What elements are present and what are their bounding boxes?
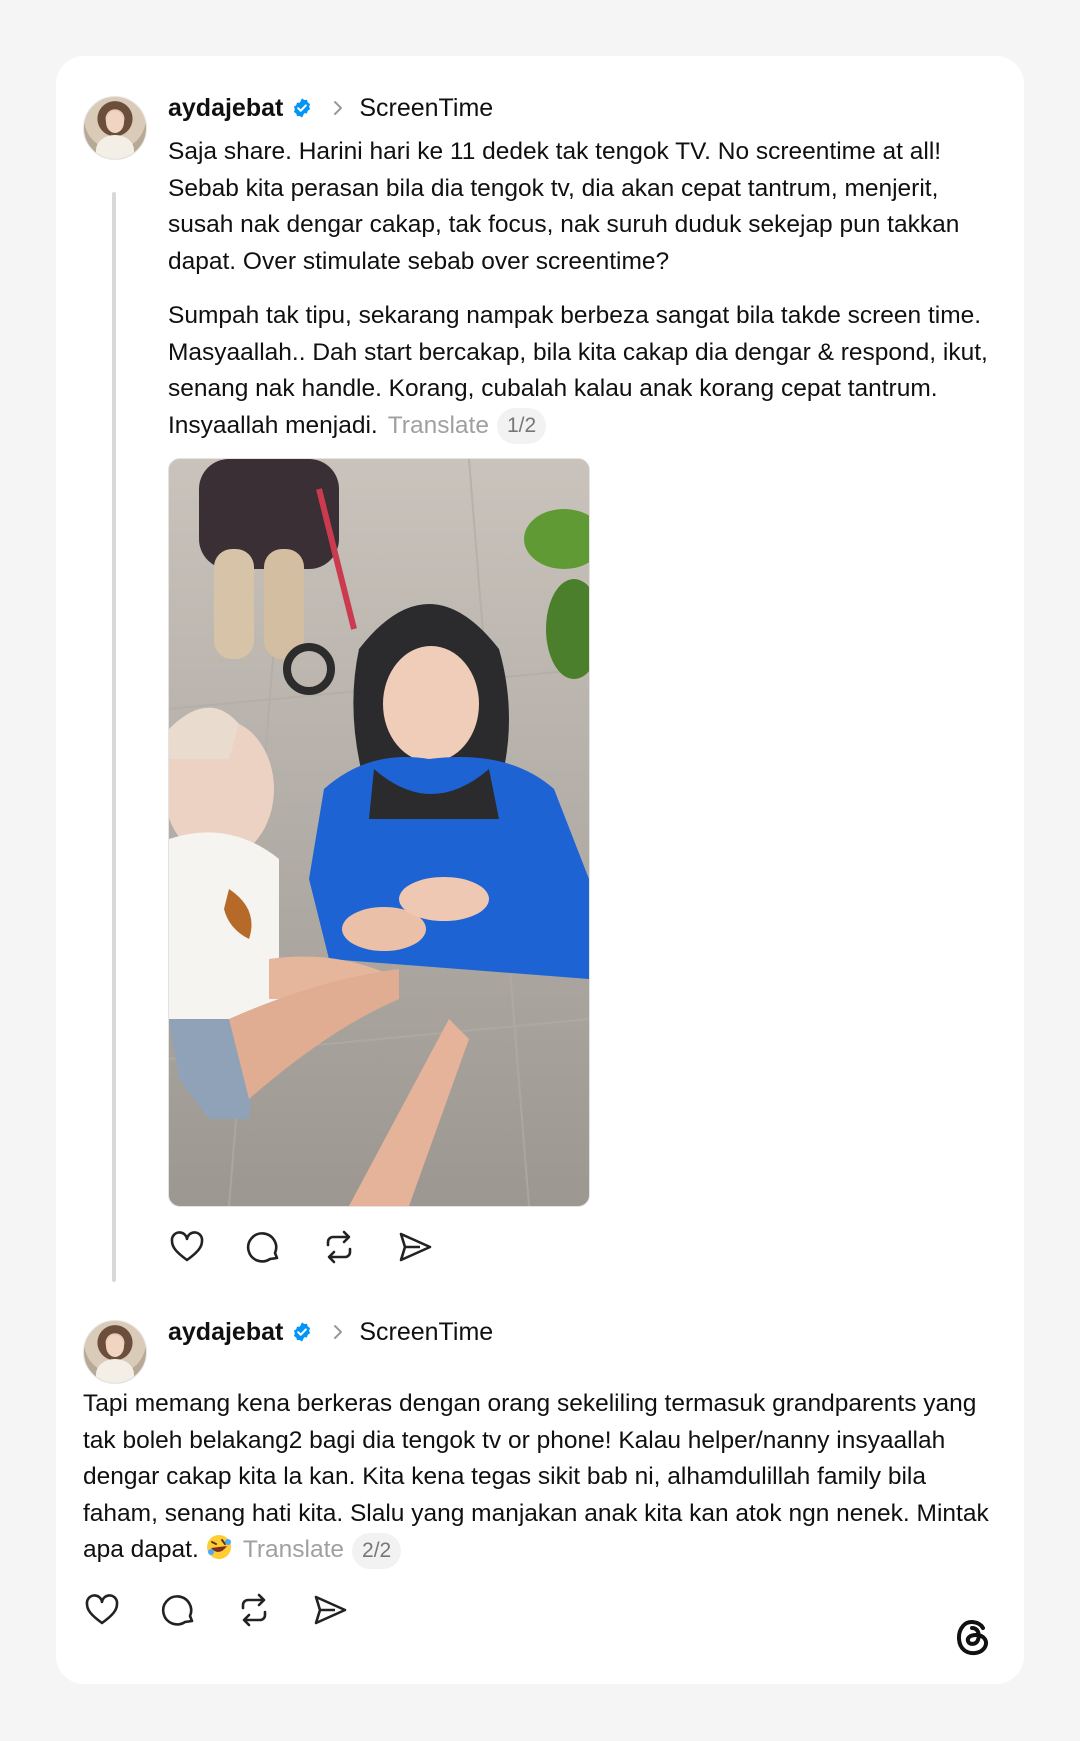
verified-badge-icon [294, 98, 311, 118]
post-header: aydajebat ScreenTime [168, 1314, 493, 1350]
chevron-right-icon [334, 1325, 343, 1339]
topic-tag[interactable]: ScreenTime [359, 1318, 493, 1347]
post-text: Saja share. Harini hari ke 11 dedek tak … [168, 138, 960, 275]
repost-icon[interactable] [235, 1591, 273, 1629]
post-pager: 2/2 [352, 1532, 402, 1569]
comment-icon[interactable] [244, 1228, 282, 1266]
post-actions [168, 1228, 434, 1266]
topic-tag[interactable]: ScreenTime [359, 94, 493, 123]
verified-badge-icon [294, 1322, 311, 1342]
username[interactable]: aydajebat [168, 1318, 283, 1347]
thread-card: aydajebat ScreenTime Saja share. Harini … [56, 56, 1024, 1684]
comment-icon[interactable] [159, 1591, 197, 1629]
post-actions [83, 1591, 349, 1629]
post-text-body: Sumpah tak tipu, sekarang nampak berbeza… [168, 302, 988, 439]
post-text: Tapi memang kena berkeras dengan orang s… [83, 1386, 1003, 1569]
rolling-on-floor-laughing-emoji-icon [206, 1535, 231, 1559]
threads-logo-icon[interactable] [952, 1616, 994, 1658]
post-header: aydajebat ScreenTime [168, 90, 493, 126]
thread-connector-line [112, 192, 116, 1282]
post-video[interactable] [168, 458, 590, 1207]
post-text: Sumpah tak tipu, sekarang nampak berbeza… [168, 298, 1008, 445]
post-pager: 1/2 [496, 408, 547, 445]
avatar[interactable] [83, 1320, 147, 1384]
like-icon[interactable] [83, 1591, 121, 1629]
video-frame-image [169, 459, 589, 1206]
repost-icon[interactable] [320, 1228, 358, 1266]
share-icon[interactable] [396, 1228, 434, 1266]
like-icon[interactable] [168, 1228, 206, 1266]
share-icon[interactable] [311, 1591, 349, 1629]
avatar[interactable] [83, 96, 147, 160]
translate-link[interactable]: Translate [243, 1536, 344, 1563]
username[interactable]: aydajebat [168, 94, 283, 123]
translate-link[interactable]: Translate [388, 412, 489, 439]
chevron-right-icon [334, 101, 343, 115]
